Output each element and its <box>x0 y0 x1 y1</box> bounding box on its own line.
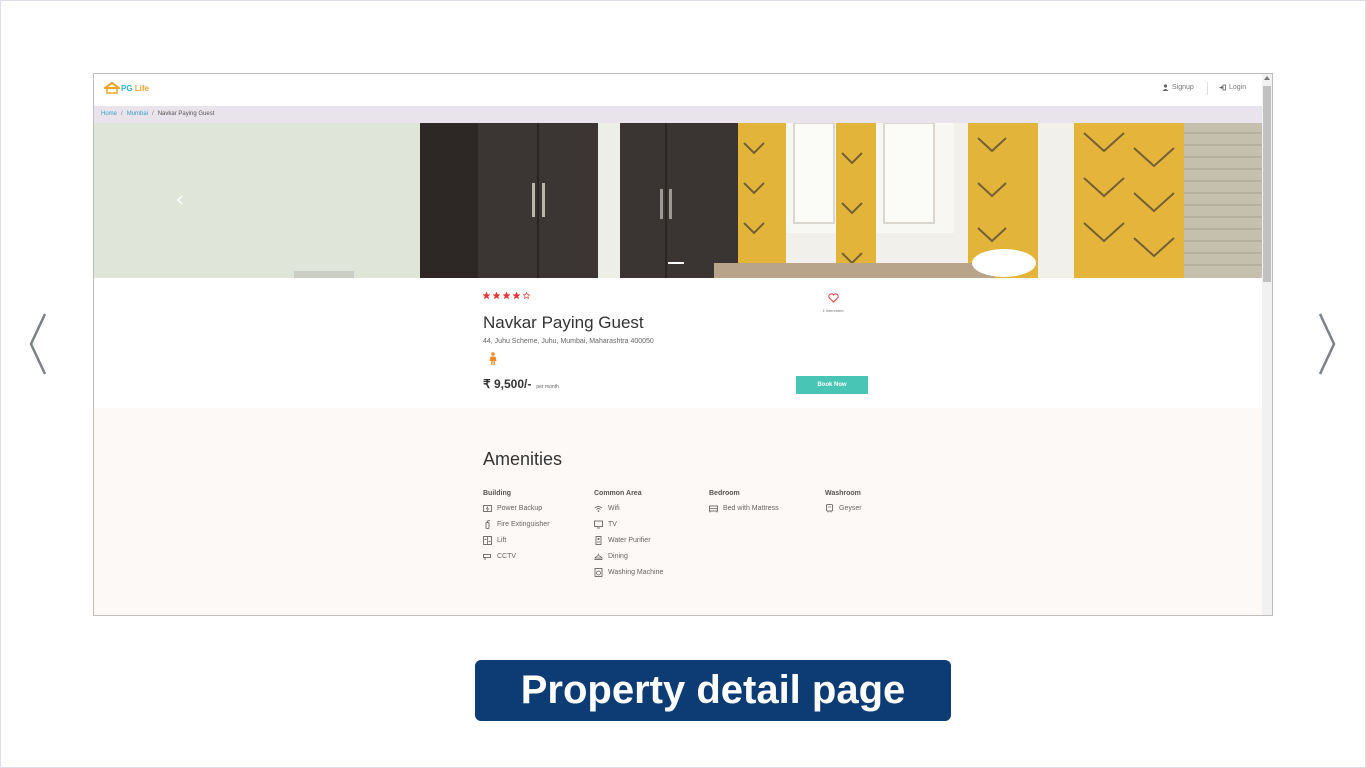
amenity-group-title: Common Area <box>594 490 642 497</box>
amenity-label: CCTV <box>497 552 517 560</box>
geyser-icon <box>826 503 833 512</box>
amenity-group-title: Bedroom <box>709 490 740 497</box>
breadcrumb-current: Navkar Paying Guest <box>157 111 215 117</box>
login-link[interactable]: Login <box>1219 84 1246 91</box>
property-summary: 1 interested Navkar Paying Guest 44, Juh… <box>94 278 1262 408</box>
scroll-thumb[interactable] <box>1263 86 1271 282</box>
room-photo <box>94 123 1262 278</box>
user-icon <box>1162 84 1169 91</box>
book-now-button[interactable]: Book Now <box>796 376 868 394</box>
breadcrumb-separator: / <box>121 111 123 117</box>
amenity-label: Fire Extinguisher <box>497 520 550 528</box>
amenity-label: Power Backup <box>497 504 543 512</box>
amenity-group-washroom: Washroom Geyser <box>825 490 862 516</box>
heart-icon <box>827 293 839 303</box>
amenity-item: Geyser <box>825 500 862 516</box>
scroll-up-icon[interactable] <box>1264 76 1270 80</box>
rent-info: ₹ 9,500/- per month <box>483 377 559 391</box>
amenity-item: Power Backup <box>483 500 550 516</box>
amenities-section: Amenities Building Power Backup Fire Ext… <box>94 408 1262 615</box>
amenity-item: Lift <box>483 532 550 548</box>
logo[interactable]: PG Life <box>104 82 149 94</box>
star-rating <box>483 292 530 299</box>
amenity-item: Bed with Mattress <box>709 500 779 516</box>
amenity-label: Wifi <box>608 504 620 512</box>
star-filled-icon <box>503 292 510 299</box>
star-filled-icon <box>493 292 500 299</box>
login-label: Login <box>1229 84 1247 91</box>
breadcrumb-home[interactable]: Home <box>101 111 117 117</box>
star-empty-icon <box>523 292 530 299</box>
breadcrumb: Home / Mumbai / Navkar Paying Guest <box>94 106 1262 123</box>
breadcrumb-city[interactable]: Mumbai <box>127 111 148 117</box>
rent-unit: per month <box>536 384 559 390</box>
water-purifier-icon <box>595 535 602 545</box>
amenity-item: Fire Extinguisher <box>483 516 550 532</box>
tv-icon <box>594 520 603 528</box>
female-icon <box>489 352 497 365</box>
header-divider <box>1207 82 1208 95</box>
logo-house-icon <box>104 82 120 94</box>
power-backup-icon <box>483 504 492 512</box>
dining-icon <box>594 553 603 560</box>
favorite-button[interactable]: 1 interested <box>820 290 846 313</box>
washing-machine-icon <box>594 567 603 577</box>
star-filled-icon <box>483 292 490 299</box>
amenity-group-bedroom: Bedroom Bed with Mattress <box>709 490 779 516</box>
amenity-group-title: Building <box>483 490 511 497</box>
amenity-item: Dining <box>594 548 663 564</box>
scrollbar[interactable] <box>1262 74 1272 615</box>
fire-extinguisher-icon <box>485 519 490 529</box>
logo-text-prefix: PG <box>121 83 133 93</box>
property-address: 44, Juhu Scheme, Juhu, Mumbai, Maharasht… <box>483 338 654 345</box>
wifi-icon <box>594 505 603 512</box>
interested-count: 1 interested <box>822 308 844 313</box>
amenity-group-title: Washroom <box>825 490 861 497</box>
amenity-label: Geyser <box>839 504 862 512</box>
browser-window: PG Life Signup Login Home / Mumbai / Navkar … <box>93 73 1273 616</box>
previous-slide-icon[interactable] <box>27 312 51 376</box>
amenity-label: Lift <box>497 536 507 544</box>
logo-text: PG Life <box>121 84 149 93</box>
property-image-carousel[interactable] <box>94 123 1262 278</box>
amenity-item: Water Purifier <box>594 532 663 548</box>
signup-link[interactable]: Signup <box>1162 84 1194 91</box>
amenity-group-building: Building Power Backup Fire Extinguisher … <box>483 490 550 564</box>
slide-caption: Property detail page <box>475 660 951 721</box>
rent-amount: ₹ 9,500/- <box>483 377 532 391</box>
amenity-label: Bed with Mattress <box>723 504 779 512</box>
amenities-title: Amenities <box>483 449 563 469</box>
cctv-icon <box>483 553 491 560</box>
amenity-group-common-area: Common Area Wifi TV Water Purifier Dinin… <box>594 490 663 580</box>
breadcrumb-separator: / <box>152 111 154 117</box>
amenity-item: Washing Machine <box>594 564 663 580</box>
site-header: PG Life Signup Login <box>94 74 1262 106</box>
amenity-label: Dining <box>608 552 628 560</box>
property-name: Navkar Paying Guest <box>483 313 644 332</box>
carousel-indicator-active[interactable] <box>668 262 684 264</box>
amenity-item: TV <box>594 516 663 532</box>
amenity-label: Water Purifier <box>608 536 651 544</box>
amenity-label: TV <box>608 520 617 528</box>
logo-text-suffix: Life <box>132 83 150 93</box>
carousel-prev-icon[interactable] <box>176 195 184 205</box>
amenity-label: Washing Machine <box>608 568 664 576</box>
sign-in-icon <box>1219 84 1226 91</box>
lift-icon <box>483 535 492 545</box>
star-filled-icon <box>513 292 520 299</box>
signup-label: Signup <box>1172 84 1194 91</box>
bed-icon <box>709 505 718 512</box>
next-slide-icon[interactable] <box>1314 312 1338 376</box>
amenity-item: CCTV <box>483 548 550 564</box>
amenity-item: Wifi <box>594 500 663 516</box>
